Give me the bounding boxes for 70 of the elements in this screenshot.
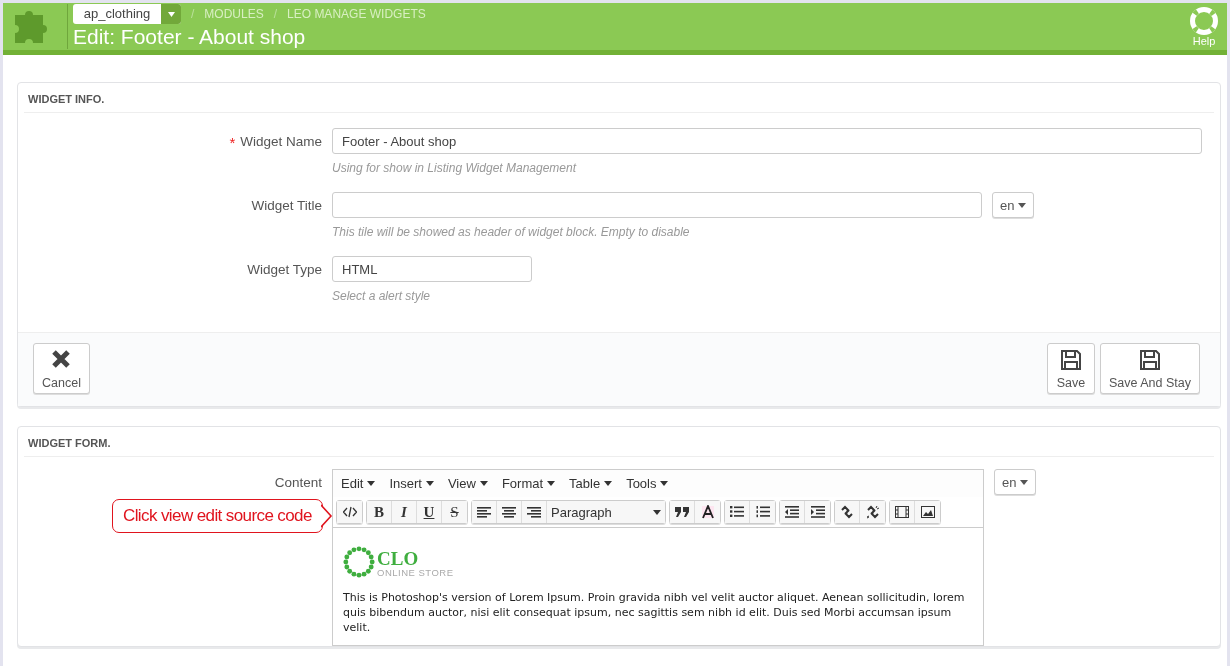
breadcrumb-separator: / bbox=[273, 7, 278, 21]
menu-item[interactable]: Edit bbox=[341, 476, 376, 491]
cancel-button[interactable]: Cancel bbox=[33, 343, 90, 394]
puzzle-icon bbox=[15, 8, 49, 45]
language-dropdown[interactable]: en bbox=[992, 192, 1035, 218]
caret-icon bbox=[604, 481, 613, 486]
field-label: Widget Type bbox=[247, 262, 322, 277]
breadcrumb-separator: / bbox=[191, 7, 195, 21]
caret-icon bbox=[425, 481, 434, 486]
panel-heading: WIDGET FORM. bbox=[24, 427, 1214, 457]
font-color-button[interactable] bbox=[695, 501, 720, 523]
caret-icon bbox=[367, 481, 376, 486]
caret-icon bbox=[1018, 202, 1027, 208]
caret-icon bbox=[660, 481, 669, 486]
menu-item[interactable]: View bbox=[447, 476, 488, 491]
outdent-icon bbox=[785, 506, 799, 518]
field-hint: This tile will be showed as header of widget block. Empty to disable bbox=[332, 225, 691, 239]
caret-icon bbox=[167, 11, 175, 17]
menu-item[interactable]: Tools bbox=[626, 476, 669, 491]
field-label: Content bbox=[274, 475, 322, 490]
outdent-button[interactable] bbox=[780, 501, 805, 523]
save-button[interactable]: Save And Stay bbox=[1100, 343, 1200, 394]
logo-text: CLO bbox=[377, 550, 420, 567]
underline-button[interactable]: U bbox=[417, 501, 442, 523]
indent-icon bbox=[810, 506, 825, 518]
field-label: Widget Name bbox=[240, 134, 322, 151]
field-hint: Using for show in Listing Widget Management bbox=[332, 161, 578, 175]
lifebuoy-icon bbox=[1190, 6, 1218, 35]
required-mark: * bbox=[229, 134, 236, 151]
close-icon bbox=[51, 349, 72, 369]
media-button[interactable] bbox=[890, 501, 915, 523]
bullet-list-icon bbox=[730, 506, 744, 518]
bullets-button[interactable] bbox=[725, 501, 750, 523]
strike-button[interactable]: S bbox=[442, 501, 467, 523]
field-hint: Select a alert style bbox=[332, 289, 432, 303]
menu-item[interactable]: Format bbox=[501, 476, 556, 491]
indent-button[interactable] bbox=[805, 501, 830, 523]
image-button[interactable] bbox=[915, 501, 940, 523]
page-title: Edit: Footer - About shop bbox=[73, 25, 307, 49]
save-button[interactable]: Save bbox=[1047, 343, 1095, 394]
caret-icon bbox=[1020, 479, 1029, 485]
field-label: Widget Title bbox=[251, 198, 322, 213]
shop-select[interactable]: ap_clothing bbox=[73, 4, 181, 24]
panel-heading: WIDGET INFO. bbox=[24, 83, 1214, 113]
source-button[interactable] bbox=[337, 501, 362, 523]
quote-icon bbox=[675, 506, 689, 518]
italic-button[interactable]: I bbox=[392, 501, 417, 523]
logo-tagline: ONLINE STORE bbox=[377, 567, 454, 578]
broken-link-icon bbox=[865, 505, 880, 519]
link-icon bbox=[840, 505, 854, 519]
numbers-button[interactable] bbox=[750, 501, 775, 523]
caret-icon bbox=[547, 481, 556, 486]
menu-item[interactable]: Table bbox=[569, 476, 613, 491]
language-dropdown[interactable]: en bbox=[994, 469, 1037, 495]
image-icon bbox=[920, 506, 935, 518]
caret-icon bbox=[479, 481, 488, 486]
numbered-list-icon bbox=[755, 506, 770, 518]
input-field[interactable]: Footer - About shop bbox=[332, 128, 1202, 154]
text-color-icon bbox=[700, 505, 715, 519]
menu-item[interactable]: Insert bbox=[389, 476, 434, 491]
code-icon bbox=[342, 506, 357, 518]
film-icon bbox=[895, 506, 909, 518]
bold-button[interactable]: B bbox=[367, 501, 392, 523]
content-paragraph: This is Photoshop's version of Lorem Ipsum. Proin gravida nibh vel velit auctor aliquet. Aenean sollicitudin, lorem quis bibendum auctor, nisi elit consequat ipsum, nec sagittis sem nibh id elit. Duis sed Morbi accumsan ipsum velit. bbox=[343, 590, 966, 635]
quote-button[interactable] bbox=[670, 501, 695, 523]
flower-logo-icon bbox=[343, 546, 375, 578]
input-field[interactable] bbox=[332, 192, 982, 218]
unlink-button[interactable] bbox=[860, 501, 885, 523]
link-button[interactable] bbox=[835, 501, 860, 523]
input-field[interactable]: HTML bbox=[332, 256, 532, 282]
